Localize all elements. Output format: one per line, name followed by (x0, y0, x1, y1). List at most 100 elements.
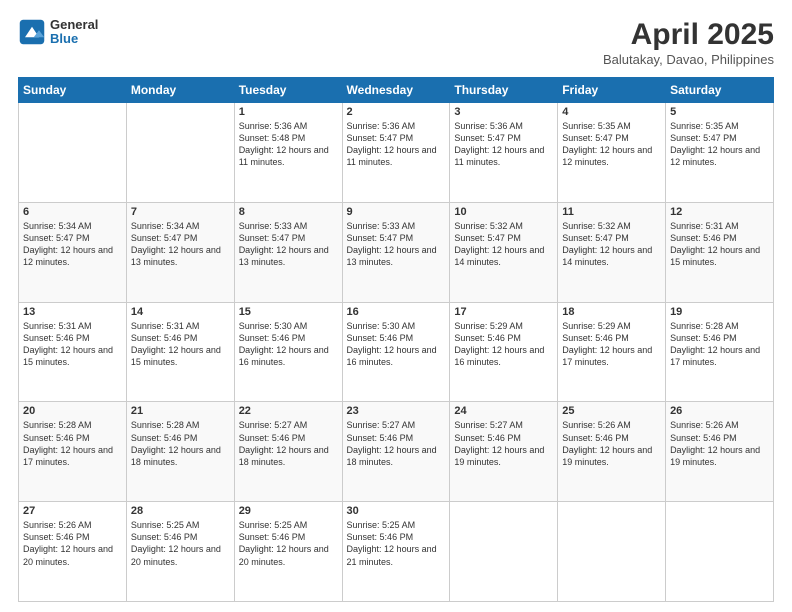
logo: General Blue (18, 18, 98, 47)
day-info: Sunrise: 5:25 AM Sunset: 5:46 PM Dayligh… (131, 519, 230, 568)
day-info: Sunrise: 5:26 AM Sunset: 5:46 PM Dayligh… (670, 419, 769, 468)
day-info: Sunrise: 5:36 AM Sunset: 5:47 PM Dayligh… (454, 120, 553, 169)
day-info: Sunrise: 5:29 AM Sunset: 5:46 PM Dayligh… (454, 320, 553, 369)
day-info: Sunrise: 5:34 AM Sunset: 5:47 PM Dayligh… (131, 220, 230, 269)
day-info: Sunrise: 5:36 AM Sunset: 5:48 PM Dayligh… (239, 120, 338, 169)
calendar-cell: 5 Sunrise: 5:35 AM Sunset: 5:47 PM Daylig… (666, 103, 774, 203)
day-header-sunday: Sunday (19, 78, 127, 103)
day-number: 6 (23, 206, 122, 218)
day-info: Sunrise: 5:32 AM Sunset: 5:47 PM Dayligh… (562, 220, 661, 269)
day-info: Sunrise: 5:26 AM Sunset: 5:46 PM Dayligh… (562, 419, 661, 468)
day-info: Sunrise: 5:31 AM Sunset: 5:46 PM Dayligh… (131, 320, 230, 369)
calendar-cell: 17 Sunrise: 5:29 AM Sunset: 5:46 PM Dayli… (450, 302, 558, 402)
day-number: 11 (562, 206, 661, 218)
calendar-cell: 26Sunrise: 5:26 AM Sunset: 5:46 PM Dayli… (666, 402, 774, 502)
day-number: 22 (239, 405, 338, 417)
calendar-week-row: 20 Sunrise: 5:28 AM Sunset: 5:46 PM Dayli… (19, 402, 774, 502)
day-info: Sunrise: 5:28 AM Sunset: 5:46 PM Dayligh… (670, 320, 769, 369)
calendar-cell: 3 Sunrise: 5:36 AM Sunset: 5:47 PM Daylig… (450, 103, 558, 203)
calendar-cell: 15Sunrise: 5:30 AM Sunset: 5:46 PM Dayli… (234, 302, 342, 402)
day-number: 9 (347, 206, 446, 218)
day-header-tuesday: Tuesday (234, 78, 342, 103)
day-number: 8 (239, 206, 338, 218)
day-info: Sunrise: 5:36 AM Sunset: 5:47 PM Dayligh… (347, 120, 446, 169)
calendar-title: April 2025 (603, 18, 774, 52)
day-number: 10 (454, 206, 553, 218)
logo-text: General Blue (50, 18, 98, 47)
calendar-cell: 12 Sunrise: 5:31 AM Sunset: 5:46 PM Dayli… (666, 202, 774, 302)
day-info: Sunrise: 5:33 AM Sunset: 5:47 PM Dayligh… (347, 220, 446, 269)
day-info: Sunrise: 5:28 AM Sunset: 5:46 PM Dayligh… (23, 419, 122, 468)
calendar-cell: 18Sunrise: 5:29 AM Sunset: 5:46 PM Dayli… (558, 302, 666, 402)
day-number: 3 (454, 106, 553, 118)
day-info: Sunrise: 5:32 AM Sunset: 5:47 PM Dayligh… (454, 220, 553, 269)
logo-icon (18, 18, 46, 46)
logo-blue: Blue (50, 32, 98, 46)
day-number: 2 (347, 106, 446, 118)
calendar-cell: 24Sunrise: 5:27 AM Sunset: 5:46 PM Dayli… (450, 402, 558, 502)
day-number: 21 (131, 405, 230, 417)
calendar-cell: 28 Sunrise: 5:25 AM Sunset: 5:46 PM Dayli… (126, 502, 234, 602)
day-header-wednesday: Wednesday (342, 78, 450, 103)
day-info: Sunrise: 5:26 AM Sunset: 5:46 PM Dayligh… (23, 519, 122, 568)
calendar-cell (450, 502, 558, 602)
page-header: General Blue April 2025 Balutakay, Davao… (18, 18, 774, 67)
calendar-cell (19, 103, 127, 203)
calendar-cell: 21 Sunrise: 5:28 AM Sunset: 5:46 PM Dayli… (126, 402, 234, 502)
day-number: 14 (131, 306, 230, 318)
day-number: 5 (670, 106, 769, 118)
calendar-cell: 29Sunrise: 5:25 AM Sunset: 5:46 PM Dayli… (234, 502, 342, 602)
calendar-cell: 11 Sunrise: 5:32 AM Sunset: 5:47 PM Dayli… (558, 202, 666, 302)
day-info: Sunrise: 5:28 AM Sunset: 5:46 PM Dayligh… (131, 419, 230, 468)
day-info: Sunrise: 5:25 AM Sunset: 5:46 PM Dayligh… (347, 519, 446, 568)
calendar-cell: 23 Sunrise: 5:27 AM Sunset: 5:46 PM Dayli… (342, 402, 450, 502)
calendar-cell: 2 Sunrise: 5:36 AM Sunset: 5:47 PM Daylig… (342, 103, 450, 203)
day-header-friday: Friday (558, 78, 666, 103)
day-info: Sunrise: 5:33 AM Sunset: 5:47 PM Dayligh… (239, 220, 338, 269)
calendar-cell: 10 Sunrise: 5:32 AM Sunset: 5:47 PM Dayli… (450, 202, 558, 302)
day-number: 19 (670, 306, 769, 318)
calendar-cell (558, 502, 666, 602)
calendar-cell: 14 Sunrise: 5:31 AM Sunset: 5:46 PM Dayli… (126, 302, 234, 402)
day-number: 20 (23, 405, 122, 417)
calendar-cell: 7Sunrise: 5:34 AM Sunset: 5:47 PM Daylig… (126, 202, 234, 302)
day-number: 15 (239, 306, 338, 318)
day-info: Sunrise: 5:30 AM Sunset: 5:46 PM Dayligh… (347, 320, 446, 369)
day-info: Sunrise: 5:27 AM Sunset: 5:46 PM Dayligh… (347, 419, 446, 468)
day-number: 24 (454, 405, 553, 417)
calendar-cell: 27 Sunrise: 5:26 AM Sunset: 5:46 PM Dayli… (19, 502, 127, 602)
day-info: Sunrise: 5:31 AM Sunset: 5:46 PM Dayligh… (670, 220, 769, 269)
day-header-saturday: Saturday (666, 78, 774, 103)
day-info: Sunrise: 5:35 AM Sunset: 5:47 PM Dayligh… (562, 120, 661, 169)
day-number: 23 (347, 405, 446, 417)
logo-general: General (50, 18, 98, 32)
day-info: Sunrise: 5:34 AM Sunset: 5:47 PM Dayligh… (23, 220, 122, 269)
day-info: Sunrise: 5:27 AM Sunset: 5:46 PM Dayligh… (239, 419, 338, 468)
calendar-cell: 13Sunrise: 5:31 AM Sunset: 5:46 PM Dayli… (19, 302, 127, 402)
title-block: April 2025 Balutakay, Davao, Philippines (603, 18, 774, 67)
calendar-cell: 9 Sunrise: 5:33 AM Sunset: 5:47 PM Daylig… (342, 202, 450, 302)
calendar-cell: 19 Sunrise: 5:28 AM Sunset: 5:46 PM Dayli… (666, 302, 774, 402)
day-number: 13 (23, 306, 122, 318)
day-info: Sunrise: 5:25 AM Sunset: 5:46 PM Dayligh… (239, 519, 338, 568)
calendar-cell: 22 Sunrise: 5:27 AM Sunset: 5:46 PM Dayli… (234, 402, 342, 502)
day-number: 12 (670, 206, 769, 218)
day-number: 28 (131, 505, 230, 517)
day-info: Sunrise: 5:35 AM Sunset: 5:47 PM Dayligh… (670, 120, 769, 169)
day-header-thursday: Thursday (450, 78, 558, 103)
day-number: 27 (23, 505, 122, 517)
calendar-week-row: 13 Sunrise: 5:31 AM Sunset: 5:46 PM Dayli… (19, 302, 774, 402)
day-number: 17 (454, 306, 553, 318)
day-header-monday: Monday (126, 78, 234, 103)
calendar-page: General Blue April 2025 Balutakay, Davao… (0, 0, 792, 612)
day-number: 25 (562, 405, 661, 417)
calendar-cell: 20 Sunrise: 5:28 AM Sunset: 5:46 PM Dayli… (19, 402, 127, 502)
calendar-cell (126, 103, 234, 203)
calendar-cell (666, 502, 774, 602)
calendar-cell: 6 Sunrise: 5:34 AM Sunset: 5:47 PM Daylig… (19, 202, 127, 302)
calendar-cell: 30 Sunrise: 5:25 AM Sunset: 5:46 PM Dayli… (342, 502, 450, 602)
calendar-cell: 8 Sunrise: 5:33 AM Sunset: 5:47 PM Daylig… (234, 202, 342, 302)
day-number: 30 (347, 505, 446, 517)
calendar-cell: 25 Sunrise: 5:26 AM Sunset: 5:46 PM Dayli… (558, 402, 666, 502)
calendar-week-row: 6 Sunrise: 5:34 AM Sunset: 5:47 PM Daylig… (19, 202, 774, 302)
